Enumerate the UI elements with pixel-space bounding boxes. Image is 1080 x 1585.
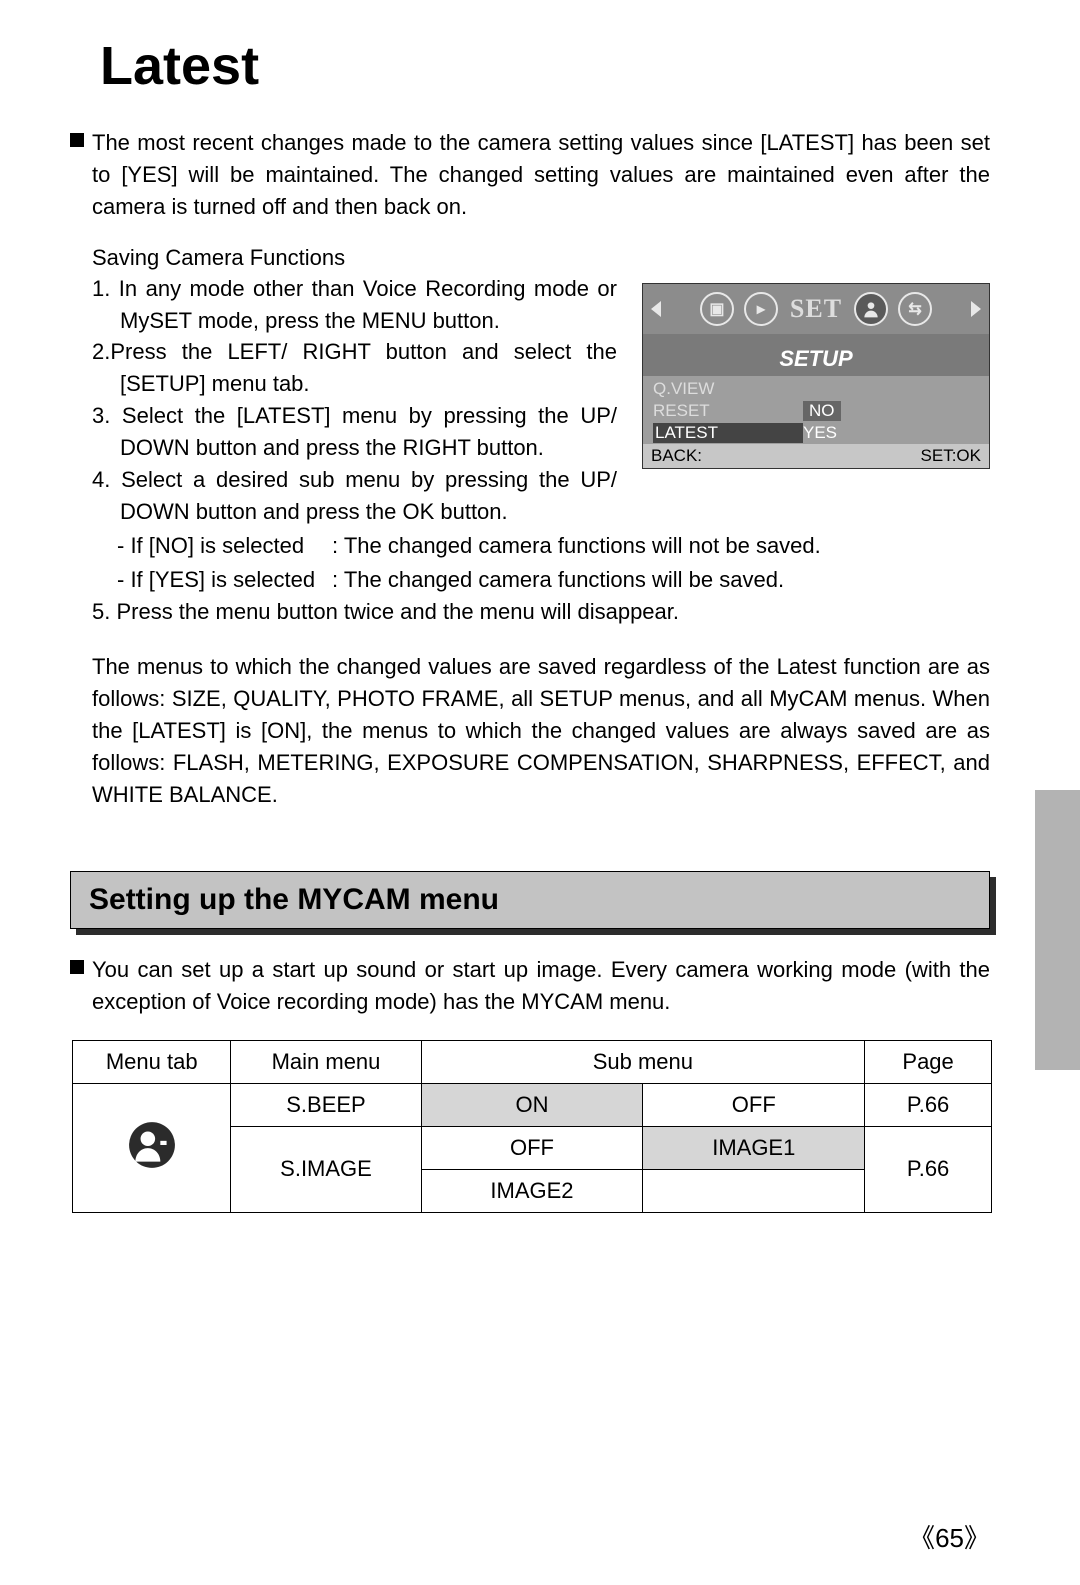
tab-icon-1: ▣ [700, 292, 734, 326]
step-4a-key: - If [NO] is selected [117, 530, 332, 562]
section-heading-text: Setting up the MYCAM menu [89, 883, 499, 917]
left-arrow-icon [651, 301, 661, 317]
cam-title: SETUP [643, 346, 989, 376]
r2-s2: IMAGE1 [643, 1126, 865, 1169]
r1-s1: ON [421, 1083, 643, 1126]
tab-icon-2: ▸ [744, 292, 778, 326]
bullet-icon [70, 133, 84, 147]
cam-row-reset: RESETNO [653, 400, 979, 422]
step-3: 3. Select the [LATEST] menu by pressing … [92, 400, 617, 464]
step-4b: - If [YES] is selected : The changed cam… [92, 564, 990, 596]
mycam-table: Menu tab Main menu Sub menu Page S.BEEP … [72, 1040, 992, 1213]
menutab-icon [73, 1083, 231, 1212]
cam-row-qview: Q.VIEW [653, 378, 979, 400]
r1-page: P.66 [865, 1083, 992, 1126]
steps-list: 1. In any mode other than Voice Recordin… [70, 273, 642, 528]
side-tab [1035, 790, 1080, 1070]
step-4: 4. Select a desired sub menu by pressing… [92, 464, 617, 528]
step-4a: - If [NO] is selected : The changed came… [92, 530, 990, 562]
th-mainmenu: Main menu [231, 1040, 421, 1083]
page-number: 《65》 [909, 1518, 990, 1555]
r2-s3: IMAGE2 [421, 1169, 643, 1212]
intro2-block: You can set up a start up sound or start… [70, 954, 990, 1018]
r2-page: P.66 [865, 1126, 992, 1212]
notes-paragraph: The menus to which the changed values ar… [92, 651, 990, 810]
tab-icon-person [854, 292, 888, 326]
cam-back: BACK: [651, 446, 702, 466]
right-arrow-icon [971, 301, 981, 317]
intro-text: The most recent changes made to the came… [92, 127, 990, 223]
th-menutab: Menu tab [73, 1040, 231, 1083]
section-heading: Setting up the MYCAM menu [70, 871, 990, 929]
r2-s4 [643, 1169, 865, 1212]
r2-main: S.IMAGE [231, 1126, 421, 1212]
r1-main: S.BEEP [231, 1083, 421, 1126]
step-4b-val: : The changed camera functions will be s… [332, 564, 990, 596]
tab-icon-4: ⇆ [898, 292, 932, 326]
r1-s2: OFF [643, 1083, 865, 1126]
bullet-icon [70, 960, 84, 974]
step-1: 1. In any mode other than Voice Recordin… [92, 273, 617, 337]
page-title: Latest [100, 35, 990, 97]
cam-footer: BACK: SET:OK [643, 444, 989, 468]
cam-row-latest: LATESTYES [653, 422, 979, 444]
intro2-text: You can set up a start up sound or start… [92, 954, 990, 1018]
r2-s1: OFF [421, 1126, 643, 1169]
step-4b-key: - If [YES] is selected [117, 564, 332, 596]
cam-setok: SET:OK [921, 446, 981, 466]
intro-block: The most recent changes made to the came… [70, 127, 990, 223]
tab-icon-set: SET [788, 292, 844, 326]
subheading: Saving Camera Functions [92, 245, 990, 271]
camera-menu-screenshot: ▣ ▸ SET ⇆ SETUP Q.VIEW RESETNO LATESTYES [642, 283, 990, 528]
step-5: 5. Press the menu button twice and the m… [92, 596, 990, 628]
th-page: Page [865, 1040, 992, 1083]
step-2: 2.Press the LEFT/ RIGHT button and selec… [92, 336, 617, 400]
cam-tab-bar: ▣ ▸ SET ⇆ [643, 284, 989, 334]
step-4a-val: : The changed camera functions will not … [332, 530, 990, 562]
th-submenu: Sub menu [421, 1040, 865, 1083]
